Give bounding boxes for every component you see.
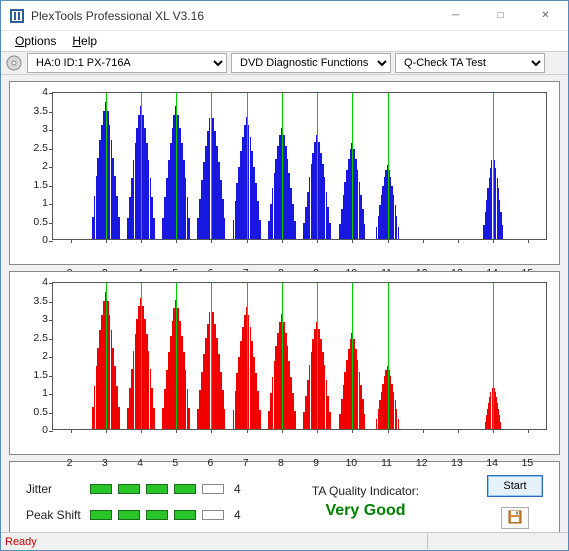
quality-panel: Jitter 4 Peak Shift 4 TA Quality Indicat… <box>9 461 560 543</box>
y-tick-label: 3 <box>10 313 48 325</box>
y-tick-label: 2 <box>10 350 48 362</box>
menu-help[interactable]: Help <box>64 32 105 50</box>
close-button[interactable]: ✕ <box>523 1 568 31</box>
y-tick-label: 0 <box>10 424 48 436</box>
menubar: Options Help <box>1 31 568 51</box>
y-tick-label: 0 <box>10 234 48 246</box>
peak-block <box>146 510 168 520</box>
ta-indicator: TA Quality Indicator: Very Good <box>312 484 419 520</box>
ta-value: Very Good <box>325 502 405 520</box>
jitter-block-empty <box>202 484 224 494</box>
peak-value: 4 <box>230 508 244 522</box>
x-tick-label: 6 <box>208 454 214 469</box>
plot-area-top <box>52 92 547 240</box>
content: 00.511.522.533.5423456789101112131415 00… <box>1 75 568 532</box>
start-button[interactable]: Start <box>487 475 543 497</box>
chart-bottom: 00.511.522.533.5423456789101112131415 <box>9 271 560 455</box>
y-tick-label: 2.5 <box>10 142 48 154</box>
y-tick-label: 0.5 <box>10 216 48 228</box>
x-tick-label: 11 <box>381 454 392 469</box>
bars-top <box>53 93 546 239</box>
chart-top: 00.511.522.533.5423456789101112131415 <box>9 81 560 265</box>
x-tick-label: 14 <box>486 454 498 469</box>
jitter-block <box>90 484 112 494</box>
y-tick-label: 1 <box>10 197 48 209</box>
y-tick-label: 3.5 <box>10 105 48 117</box>
y-tick-label: 1.5 <box>10 179 48 191</box>
x-tick-label: 3 <box>102 454 108 469</box>
disc-icon <box>5 54 23 72</box>
x-tick-label: 10 <box>345 454 357 469</box>
x-tick-label: 13 <box>451 454 463 469</box>
menu-options[interactable]: Options <box>7 32 64 50</box>
x-tick-label: 4 <box>137 454 143 469</box>
jitter-block <box>146 484 168 494</box>
app-icon <box>9 8 25 24</box>
x-tick-label: 7 <box>243 454 249 469</box>
y-tick-label: 3.5 <box>10 295 48 307</box>
y-tick-label: 4 <box>10 86 48 98</box>
disk-icon <box>508 510 522 527</box>
x-tick-label: 2 <box>67 454 73 469</box>
test-select[interactable]: Q-Check TA Test <box>395 53 545 73</box>
bars-bottom <box>53 283 546 429</box>
toolbar: HA:0 ID:1 PX-716A DVD Diagnostic Functio… <box>1 51 568 75</box>
y-tick-label: 3 <box>10 123 48 135</box>
x-tick-label: 15 <box>522 454 534 469</box>
y-tick-label: 4 <box>10 276 48 288</box>
jitter-block <box>118 484 140 494</box>
function-select[interactable]: DVD Diagnostic Functions <box>231 53 391 73</box>
x-tick-label: 5 <box>172 454 178 469</box>
y-tick-label: 2 <box>10 160 48 172</box>
x-tick-label: 9 <box>313 454 319 469</box>
peak-block <box>174 510 196 520</box>
jitter-label: Jitter <box>26 482 86 496</box>
peak-block <box>118 510 140 520</box>
ta-label: TA Quality Indicator: <box>312 484 419 498</box>
device-select[interactable]: HA:0 ID:1 PX-716A <box>27 53 227 73</box>
y-tick-label: 1.5 <box>10 369 48 381</box>
titlebar: PlexTools Professional XL V3.16 ─ □ ✕ <box>1 1 568 31</box>
y-tick-label: 0.5 <box>10 406 48 418</box>
peak-block <box>90 510 112 520</box>
plot-area-bottom <box>52 282 547 430</box>
quality-grid: Jitter 4 Peak Shift 4 <box>26 482 244 522</box>
status-bar: Ready <box>1 532 568 550</box>
window-title: PlexTools Professional XL V3.16 <box>31 9 433 23</box>
peak-shift-label: Peak Shift <box>26 508 86 522</box>
y-tick-label: 2.5 <box>10 332 48 344</box>
x-tick-label: 8 <box>278 454 284 469</box>
minimize-button[interactable]: ─ <box>433 1 478 31</box>
peak-block-empty <box>202 510 224 520</box>
status-divider <box>427 534 428 549</box>
save-button[interactable] <box>501 507 529 529</box>
status-text: Ready <box>5 536 37 548</box>
quality-buttons: Start <box>487 475 543 529</box>
jitter-value: 4 <box>230 482 244 496</box>
y-tick-label: 1 <box>10 387 48 399</box>
maximize-button[interactable]: □ <box>478 1 523 31</box>
x-tick-label: 12 <box>416 454 428 469</box>
jitter-block <box>174 484 196 494</box>
